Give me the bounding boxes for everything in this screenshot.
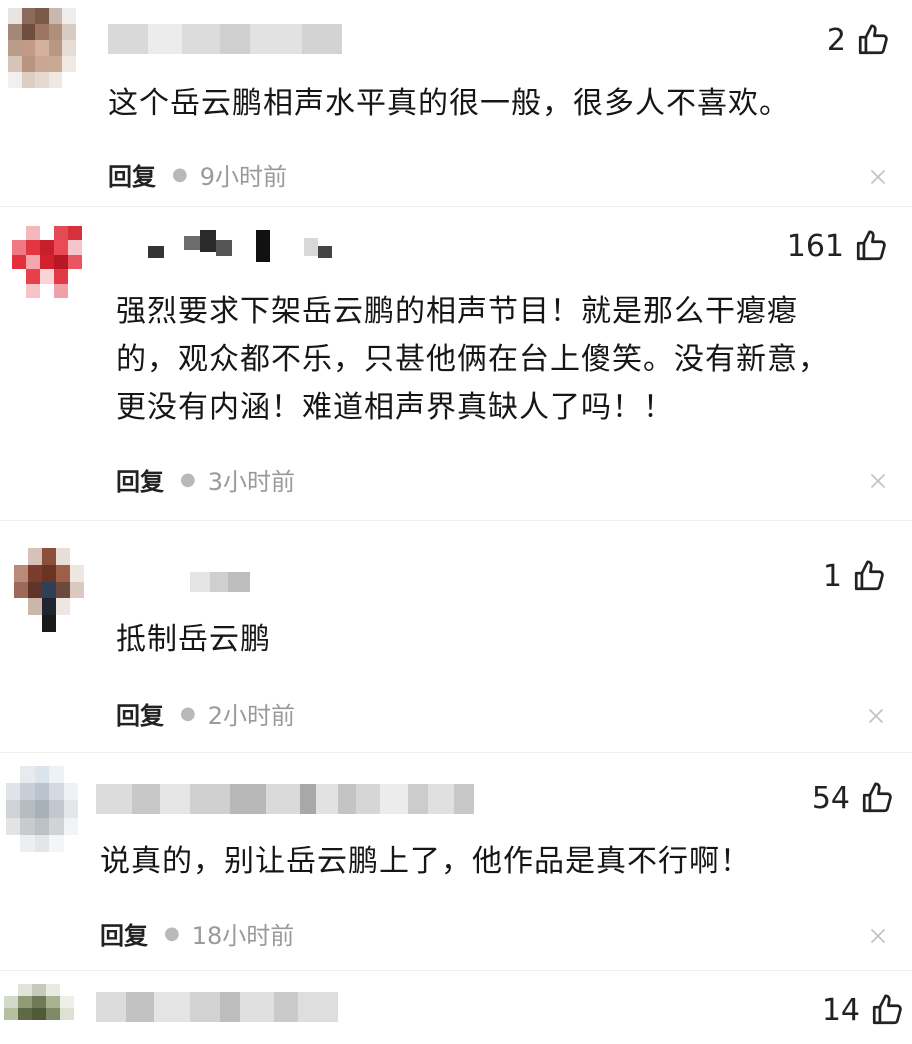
timestamp: 9小时前: [199, 162, 287, 191]
username-blurred[interactable]: [190, 566, 250, 596]
username-blurred[interactable]: [108, 24, 342, 54]
reply-button[interactable]: 回复: [116, 462, 164, 497]
thumbs-up-icon: [862, 782, 892, 813]
close-icon[interactable]: [870, 928, 886, 944]
thumbs-up-icon: [854, 560, 884, 591]
like-button[interactable]: 14: [822, 990, 904, 1030]
comment-text: 说真的，别让岳云鹏上了，他作品是真不行啊！: [100, 844, 751, 879]
like-button[interactable]: 1: [823, 556, 886, 596]
username-blurred[interactable]: [96, 784, 474, 814]
avatar[interactable]: [6, 766, 78, 852]
avatar[interactable]: [4, 984, 74, 1044]
like-button[interactable]: 54: [812, 778, 894, 818]
comment-text: 这个岳云鹏相声水平真的很一般，很多人不喜欢。: [108, 86, 790, 121]
timestamp: 18小时前: [191, 921, 295, 950]
close-icon[interactable]: [870, 169, 886, 185]
separator-dot: ●: [164, 922, 180, 944]
thumbs-up-icon: [856, 230, 886, 261]
username-blurred[interactable]: [148, 230, 332, 262]
comment-meta: 回复 ● 3小时前: [116, 462, 295, 497]
reply-button[interactable]: 回复: [116, 696, 164, 731]
like-count: 14: [821, 992, 860, 1028]
comment-text: 强烈要求下架岳云鹏的相声节目！就是那么干瘪瘪 的，观众都不乐，只甚他俩在台上傻笑…: [116, 294, 829, 425]
thumbs-up-icon: [858, 24, 888, 55]
divider: [0, 520, 912, 521]
separator-dot: ●: [180, 468, 196, 490]
timestamp: 3小时前: [207, 467, 295, 496]
comment-meta: 回复 ● 2小时前: [116, 696, 295, 731]
divider: [0, 206, 912, 207]
comment-meta: 回复 ● 18小时前: [100, 916, 295, 951]
avatar[interactable]: [8, 8, 76, 88]
thumbs-up-icon: [872, 994, 902, 1025]
like-button[interactable]: 2: [827, 20, 890, 60]
timestamp: 2小时前: [207, 701, 295, 730]
separator-dot: ●: [180, 702, 196, 724]
close-icon[interactable]: [870, 473, 886, 489]
like-count: 1: [822, 558, 842, 594]
like-count: 54: [811, 780, 850, 816]
comment-meta: 回复 ● 9小时前: [108, 157, 287, 192]
close-icon[interactable]: [868, 708, 884, 724]
like-button[interactable]: 161: [787, 226, 888, 266]
comment-text: 抵制岳云鹏: [116, 622, 271, 657]
reply-button[interactable]: 回复: [108, 157, 156, 192]
like-count: 2: [826, 22, 846, 58]
username-blurred[interactable]: [96, 992, 338, 1022]
avatar[interactable]: [12, 226, 82, 298]
like-count: 161: [786, 228, 844, 264]
divider: [0, 970, 912, 971]
avatar[interactable]: [14, 548, 84, 632]
separator-dot: ●: [172, 163, 188, 185]
divider: [0, 752, 912, 753]
reply-button[interactable]: 回复: [100, 916, 148, 951]
